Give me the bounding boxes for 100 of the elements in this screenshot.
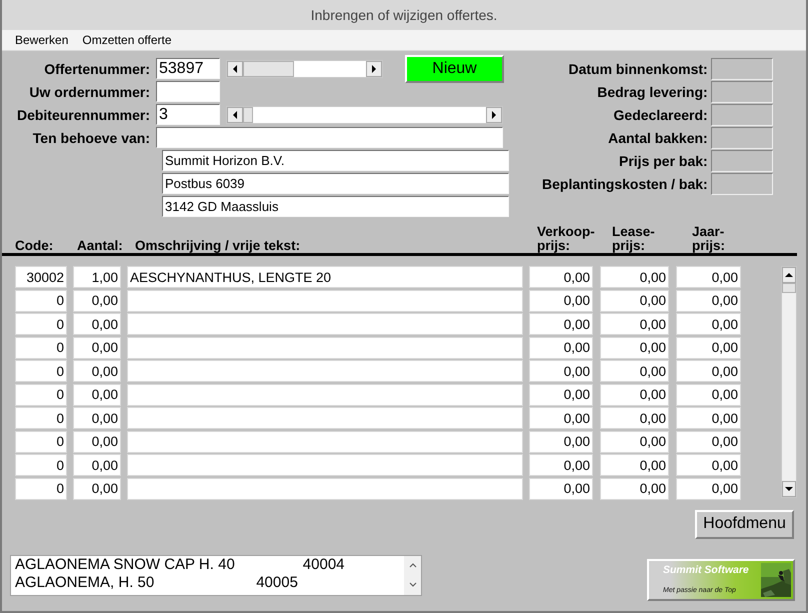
main-menu-button[interactable]: Hoofdmenu	[695, 510, 794, 538]
input-field[interactable]: 53897	[156, 58, 220, 79]
table-cell[interactable]: 0	[15, 360, 67, 382]
address-field[interactable]: Postbus 6039	[162, 173, 509, 194]
scrollbar[interactable]	[226, 60, 383, 78]
down-arrow-icon	[785, 487, 793, 491]
table-cell[interactable]: 0	[15, 454, 67, 476]
address-field[interactable]: Summit Horizon B.V.	[162, 150, 509, 171]
table-cell[interactable]: 0,00	[676, 360, 741, 382]
scrollbar-thumb[interactable]	[243, 106, 253, 122]
table-cell[interactable]	[127, 290, 523, 312]
table-cell[interactable]	[127, 336, 523, 358]
table-cell[interactable]: 0,00	[529, 384, 593, 406]
table-cell[interactable]: 0,00	[600, 313, 669, 335]
table-cell[interactable]: 0	[15, 384, 67, 406]
table-cell[interactable]: 0,00	[73, 336, 121, 358]
table-cell[interactable]: 0,00	[676, 430, 741, 452]
field-label: Debiteurennummer:	[16, 106, 151, 122]
table-cell[interactable]: AESCHYNANTHUS, LENGTE 20	[127, 266, 523, 288]
input-field[interactable]	[156, 127, 503, 148]
table-cell[interactable]: 0,00	[73, 360, 121, 382]
table-cell[interactable]: 0,00	[73, 384, 121, 406]
table-cell[interactable]	[127, 454, 523, 476]
scrollbar[interactable]	[781, 266, 797, 498]
new-button[interactable]: Nieuw	[405, 54, 504, 82]
up-chevron-icon[interactable]	[408, 562, 416, 568]
table-cell[interactable]: 0	[15, 290, 67, 312]
table-cell[interactable]: 0,00	[529, 290, 593, 312]
table-cell[interactable]: 0,00	[676, 454, 741, 476]
table-cell[interactable]: 0,00	[529, 313, 593, 335]
table-cell[interactable]: 0,00	[676, 290, 741, 312]
menu-item[interactable]: Bewerken	[15, 33, 68, 47]
table-cell[interactable]: 0,00	[600, 407, 669, 429]
right-arrow-icon	[492, 110, 496, 118]
table-cell[interactable]: 0,00	[676, 266, 741, 288]
left-arrow-icon	[233, 110, 237, 118]
table-cell[interactable]: 0,00	[600, 266, 669, 288]
table-cell[interactable]: 0,00	[676, 478, 741, 500]
table-cell[interactable]: 0,00	[600, 430, 669, 452]
table-cell[interactable]: 0,00	[529, 478, 593, 500]
table-cell[interactable]: 0,00	[676, 384, 741, 406]
down-chevron-icon[interactable]	[408, 582, 416, 588]
table-cell[interactable]: 1,00	[73, 266, 121, 288]
table-cell[interactable]: 0,00	[529, 407, 593, 429]
table-cell[interactable]: 0,00	[73, 290, 121, 312]
table-cell[interactable]: 0	[15, 336, 67, 358]
table-cell[interactable]	[127, 313, 523, 335]
field-label: Prijs per bak:	[619, 152, 709, 168]
table-cell[interactable]: 0,00	[676, 336, 741, 358]
table-cell[interactable]: 0,00	[529, 360, 593, 382]
readonly-field	[710, 104, 773, 126]
readonly-field	[710, 150, 773, 172]
table-cell[interactable]	[127, 478, 523, 500]
table-cell[interactable]: 0,00	[600, 290, 669, 312]
list-box[interactable]: AGLAONEMA SNOW CAP H. 40 40004 AGLAONEMA, H. 50 40005	[10, 554, 422, 596]
table-cell[interactable]	[127, 407, 523, 429]
table-cell[interactable]	[127, 360, 523, 382]
table-cell[interactable]: 0,00	[600, 454, 669, 476]
table-cell[interactable]: 0,00	[73, 454, 121, 476]
table-cell[interactable]: 0,00	[73, 313, 121, 335]
table-cell[interactable]: 0,00	[73, 478, 121, 500]
readonly-field	[710, 80, 773, 102]
list-item[interactable]: AGLAONEMA, H. 50	[15, 574, 154, 592]
table-cell[interactable]	[127, 384, 523, 406]
list-item[interactable]: AGLAONEMA SNOW CAP H. 40	[15, 556, 235, 574]
right-arrow-icon	[372, 64, 376, 72]
input-field[interactable]	[156, 81, 220, 102]
table-cell[interactable]: 0,00	[529, 454, 593, 476]
table-cell[interactable]: 0,00	[529, 336, 593, 358]
left-arrow-icon	[233, 64, 237, 72]
table-cell[interactable]: 0,00	[73, 430, 121, 452]
table-cell[interactable]: 0,00	[600, 360, 669, 382]
table-cell[interactable]: 0	[15, 478, 67, 500]
table-cell[interactable]: 0,00	[73, 407, 121, 429]
table-cell[interactable]: 30002	[15, 266, 67, 288]
window-title: Inbrengen of wijzigen offertes.	[310, 7, 498, 23]
scrollbar-thumb[interactable]	[243, 60, 294, 76]
table-cell[interactable]: 0	[15, 430, 67, 452]
table-cell[interactable]: 0,00	[676, 313, 741, 335]
list-item-code: 40004	[302, 556, 345, 574]
scrollbar[interactable]	[226, 106, 503, 124]
table-cell[interactable]: 0,00	[600, 384, 669, 406]
up-arrow-icon	[785, 273, 793, 277]
menu-item[interactable]: Omzetten offerte	[82, 33, 172, 47]
table-cell[interactable]	[127, 430, 523, 452]
table-cell[interactable]: 0,00	[600, 336, 669, 358]
input-field[interactable]: 3	[156, 104, 220, 125]
table-cell[interactable]: 0	[15, 313, 67, 335]
column-header: Lease- prijs:	[612, 225, 656, 253]
field-label: Bedrag levering:	[597, 84, 709, 100]
column-header: Aantal:	[77, 239, 124, 253]
table-cell[interactable]: 0,00	[600, 478, 669, 500]
scrollbar-thumb[interactable]	[782, 283, 796, 293]
table-cell[interactable]: 0,00	[529, 266, 593, 288]
readonly-field	[710, 172, 773, 194]
table-cell[interactable]: 0	[15, 407, 67, 429]
list-item-code: 40005	[256, 574, 298, 592]
table-cell[interactable]: 0,00	[676, 407, 741, 429]
table-cell[interactable]: 0,00	[529, 430, 593, 452]
address-field[interactable]: 3142 GD Maassluis	[162, 196, 509, 217]
